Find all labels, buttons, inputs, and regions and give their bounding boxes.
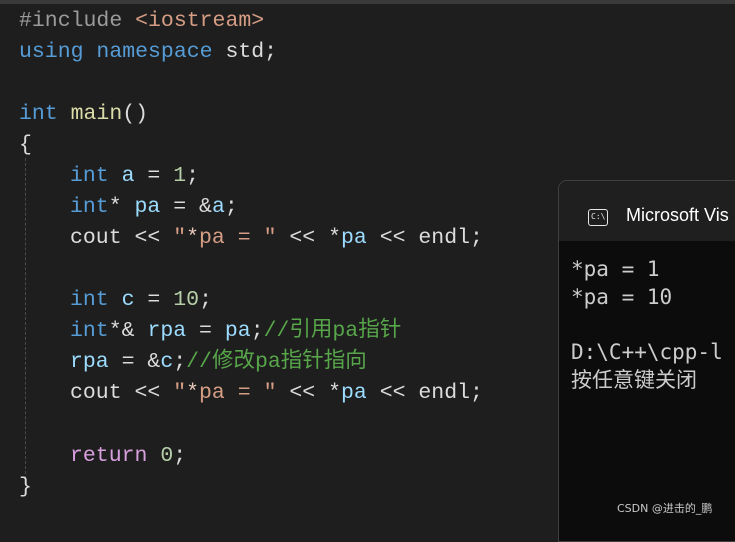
variable: rpa bbox=[70, 350, 109, 374]
pointer-symbol: * bbox=[108, 195, 122, 219]
stream-operator: << bbox=[121, 381, 174, 405]
parens: () bbox=[122, 102, 149, 126]
string-text: pa bbox=[199, 381, 225, 405]
deref-operator: * bbox=[328, 226, 341, 250]
keyword-int: int bbox=[70, 195, 109, 219]
keyword-return: return bbox=[70, 444, 148, 468]
number-literal: 10 bbox=[173, 288, 200, 312]
variable: pa bbox=[340, 381, 367, 405]
variable-ref: c bbox=[160, 350, 174, 374]
code-line-cout-1: cout << "*pa = " << *pa << endl; bbox=[70, 223, 483, 254]
code-line-main: int main() bbox=[19, 99, 148, 130]
keyword-int: int bbox=[70, 319, 109, 343]
operator: = bbox=[134, 164, 174, 188]
cout-identifier: cout bbox=[70, 226, 122, 250]
semicolon: ; bbox=[199, 288, 212, 312]
keyword-namespace: namespace bbox=[96, 40, 213, 64]
keyword-int: int bbox=[70, 164, 109, 188]
variable: pa bbox=[340, 226, 367, 250]
include-directive: #include bbox=[19, 9, 123, 33]
pointer-ref-symbol: *& bbox=[108, 319, 135, 343]
keyword-int: int bbox=[19, 102, 58, 126]
semicolon: ; bbox=[173, 444, 187, 468]
variable: pa bbox=[134, 195, 161, 219]
code-comment: //引用pa指针 bbox=[263, 319, 402, 343]
watermark: CSDN @进击的_鹏 bbox=[617, 502, 713, 515]
code-line-decl-pa: int* pa = &a; bbox=[70, 192, 238, 223]
variable: a bbox=[121, 164, 135, 188]
semicolon: ; bbox=[470, 226, 483, 250]
semicolon: ; bbox=[470, 381, 483, 405]
code-comment: //修改pa指针指向 bbox=[186, 350, 367, 374]
stream-operator: << bbox=[366, 226, 419, 250]
semicolon: ; bbox=[224, 195, 238, 219]
terminal-icon: C:\ bbox=[588, 209, 608, 226]
code-line-return: return 0; bbox=[70, 441, 186, 472]
console-output-line: 按任意键关闭 bbox=[571, 368, 697, 392]
deref-operator: * bbox=[328, 381, 341, 405]
endl-identifier: endl bbox=[418, 226, 471, 250]
open-brace: { bbox=[19, 133, 32, 157]
code-line-using: using namespace std; bbox=[19, 37, 277, 68]
variable: c bbox=[121, 288, 135, 312]
console-window[interactable]: C:\ Microsoft Vis *pa = 1 *pa = 10 D:\C+… bbox=[558, 180, 735, 542]
console-output-line: *pa = 10 bbox=[571, 285, 673, 309]
semicolon: ; bbox=[250, 319, 264, 343]
operator: = & bbox=[108, 350, 161, 374]
string-quote: " bbox=[263, 381, 277, 405]
code-line-cout-2: cout << "*pa = " << *pa << endl; bbox=[70, 378, 483, 409]
string-text: = bbox=[224, 381, 264, 405]
string-star: * bbox=[186, 381, 200, 405]
stream-operator: << bbox=[121, 226, 174, 250]
code-line-assign-rpa: rpa = &c;//修改pa指针指向 bbox=[70, 347, 367, 378]
semicolon: ; bbox=[186, 164, 200, 188]
number-literal: 1 bbox=[173, 164, 187, 188]
code-line-decl-a: int a = 1; bbox=[70, 161, 199, 192]
namespace-name: std bbox=[225, 40, 265, 64]
stream-operator: << bbox=[276, 381, 329, 405]
operator: = bbox=[186, 319, 225, 343]
code-line-close-brace: } bbox=[19, 472, 32, 503]
close-brace: } bbox=[19, 475, 32, 499]
semicolon: ; bbox=[173, 350, 187, 374]
cout-identifier: cout bbox=[70, 381, 122, 405]
console-output-line: D:\C++\cpp-l bbox=[571, 340, 723, 364]
variable-ref: a bbox=[211, 195, 225, 219]
code-line-decl-c: int c = 10; bbox=[70, 285, 212, 316]
endl-identifier: endl bbox=[418, 381, 471, 405]
string-quote: " bbox=[173, 381, 187, 405]
console-output-line: *pa = 1 bbox=[571, 257, 660, 281]
keyword-using: using bbox=[19, 40, 84, 64]
operator: = bbox=[134, 288, 174, 312]
string-text: pa bbox=[199, 226, 225, 250]
number-literal: 0 bbox=[160, 444, 174, 468]
code-line-open-brace: { bbox=[19, 130, 32, 161]
stream-operator: << bbox=[366, 381, 419, 405]
string-star: * bbox=[186, 226, 200, 250]
console-title-bar[interactable]: C:\ Microsoft Vis bbox=[559, 181, 735, 241]
string-text: = bbox=[224, 226, 264, 250]
code-line-include: #include <iostream> bbox=[19, 6, 264, 37]
code-line-decl-rpa: int*& rpa = pa;//引用pa指针 bbox=[70, 316, 401, 347]
indent-guide bbox=[25, 158, 26, 484]
string-quote: " bbox=[263, 226, 277, 250]
stream-operator: << bbox=[276, 226, 329, 250]
variable: rpa bbox=[147, 319, 187, 343]
include-header: <iostream> bbox=[135, 9, 265, 33]
console-title: Microsoft Vis bbox=[626, 205, 729, 225]
semicolon: ; bbox=[264, 40, 278, 64]
variable-ref: pa bbox=[224, 319, 251, 343]
keyword-int: int bbox=[70, 288, 109, 312]
operator: = & bbox=[160, 195, 212, 219]
string-quote: " bbox=[173, 226, 187, 250]
function-name: main bbox=[70, 102, 123, 126]
